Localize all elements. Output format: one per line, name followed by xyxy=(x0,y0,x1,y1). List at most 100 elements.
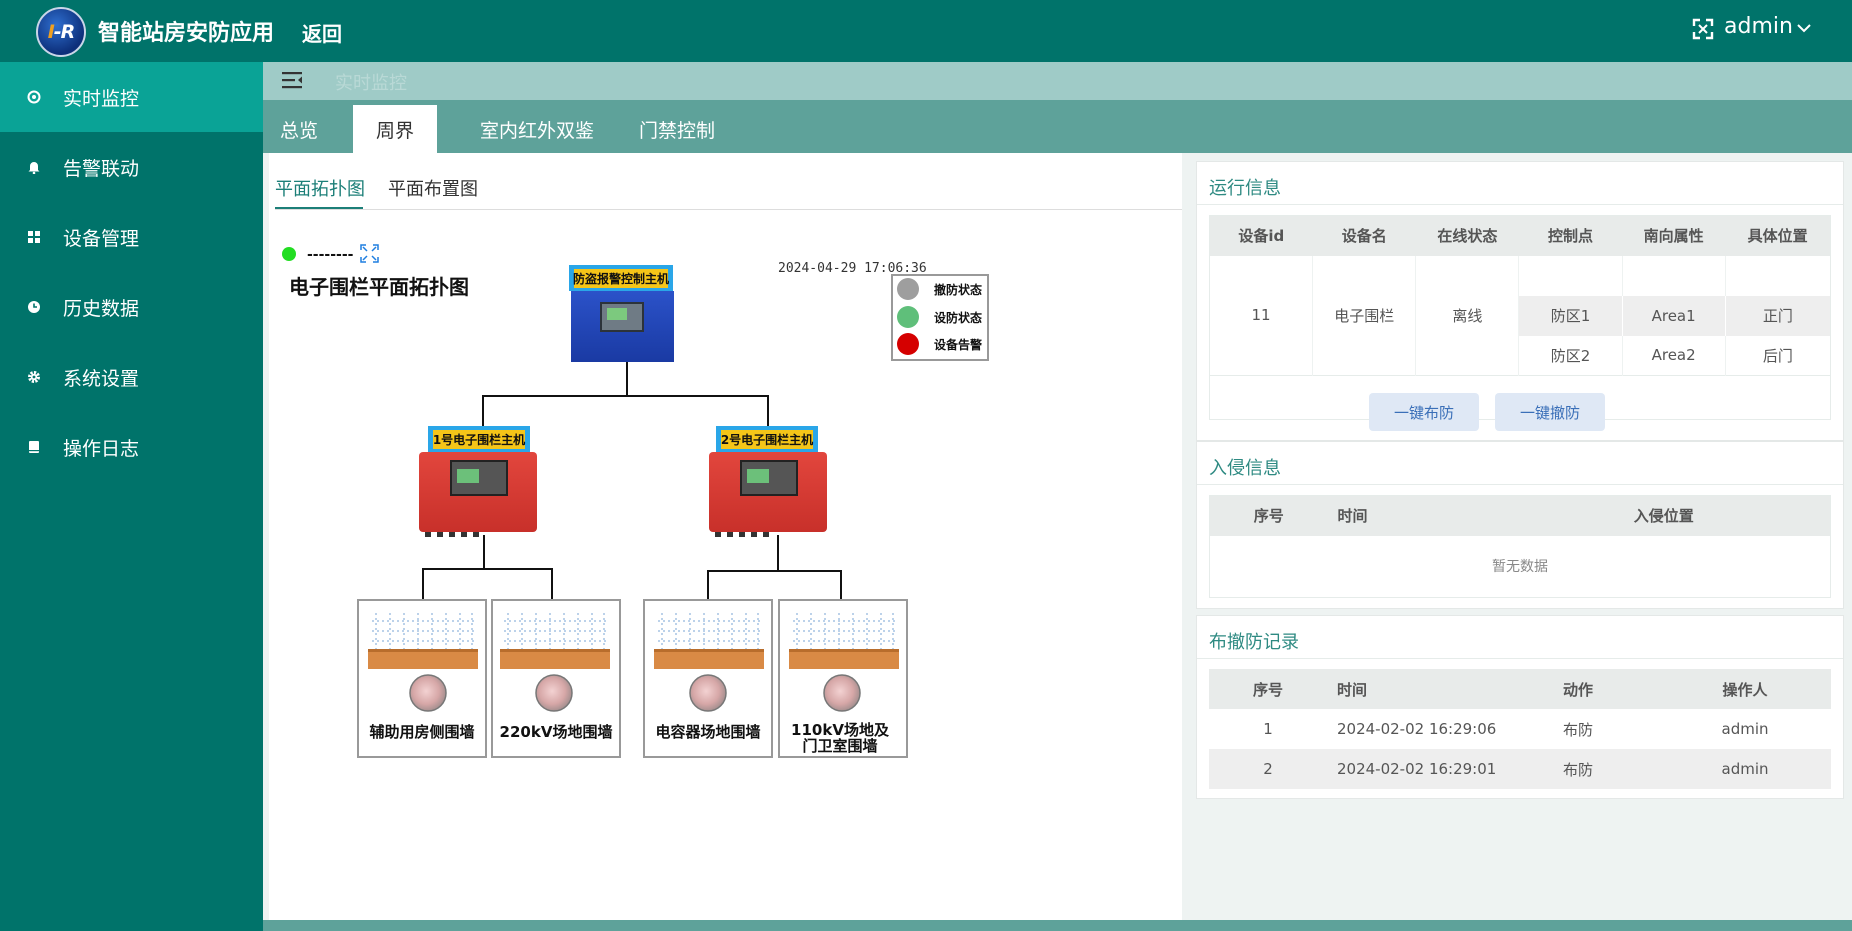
menu-toggle-icon[interactable] xyxy=(281,70,303,90)
legend-alarm-swatch xyxy=(897,333,919,355)
run-info-table: 设备id 设备名 在线状态 控制点 南向属性 具体位置 11 电子围栏 离线 防… xyxy=(1209,215,1831,420)
status-indicator xyxy=(282,247,296,261)
sidebar-item-label: 告警联动 xyxy=(63,157,140,180)
book-icon xyxy=(29,441,39,453)
chevron-down-icon[interactable] xyxy=(1796,22,1812,34)
sidebar-item-label: 设备管理 xyxy=(63,227,140,250)
legend-alarm: 设备告警 xyxy=(934,337,982,352)
expand-icon[interactable] xyxy=(360,244,379,263)
sidebar-item-device-management[interactable]: 设备管理 xyxy=(0,202,263,272)
th-operator: 操作人 xyxy=(1659,669,1831,709)
cell-operator: admin xyxy=(1721,760,1769,778)
th-south-attr: 南向属性 xyxy=(1622,215,1726,256)
controller-label: 防盗报警控制主机 xyxy=(573,271,669,286)
arm-records-card: 布撤防记录 序号 时间 动作 操作人 1 2024-02-02 16:29:06… xyxy=(1196,615,1844,799)
app-title: 智能站房安防应用 xyxy=(98,21,275,46)
tab-perimeter[interactable]: 周界 xyxy=(353,105,437,153)
arm-records-table: 序号 时间 动作 操作人 1 2024-02-02 16:29:06 布防 ad… xyxy=(1209,669,1831,789)
fence-host-2[interactable]: 2号电子围栏主机 xyxy=(709,426,827,537)
sidebar-item-alarm-linkage[interactable]: 告警联动 xyxy=(0,132,263,202)
th-time: 时间 xyxy=(1327,495,1498,536)
fullscreen-icon[interactable] xyxy=(1692,18,1714,40)
empty-state: 暂无数据 xyxy=(1492,559,1548,576)
alarm-controller-device[interactable]: 防盗报警控制主机 xyxy=(569,265,674,362)
diagram-timestamp: 2024-04-29 17:06:36 xyxy=(778,261,927,276)
cell-attr: Area1 xyxy=(1622,295,1726,336)
cell-location: 正门 xyxy=(1762,307,1793,325)
th-action: 动作 xyxy=(1497,669,1659,709)
th-control-point: 控制点 xyxy=(1518,215,1623,256)
user-menu[interactable]: admin xyxy=(1724,14,1793,39)
cell-no: 2 xyxy=(1263,760,1273,778)
cell-control: 防区1 xyxy=(1518,295,1623,336)
legend-armed-swatch xyxy=(897,306,919,328)
fence-host-1[interactable]: 1号电子围栏主机 xyxy=(419,426,537,537)
tab-overview[interactable]: 总览 xyxy=(267,105,331,153)
subtab-topology[interactable]: 平面拓扑图 xyxy=(275,175,365,201)
cell-no: 1 xyxy=(1263,720,1273,738)
grid-icon xyxy=(28,231,40,243)
table-row: 1 2024-02-02 16:29:06 布防 admin xyxy=(1209,709,1831,749)
arm-records-title: 布撤防记录 xyxy=(1209,632,1299,653)
zone-capacitor-wall[interactable]: 电容器场地围墙 xyxy=(643,599,773,758)
th-no: 序号 xyxy=(1209,669,1327,709)
th-device-id: 设备id xyxy=(1209,215,1313,256)
tab-infrared[interactable]: 室内红外双鉴 xyxy=(457,105,617,153)
sidebar-item-label: 历史数据 xyxy=(63,297,140,320)
host2-label: 2号电子围栏主机 xyxy=(721,432,813,447)
zone-110kv-gate-wall[interactable]: 110kV场地及 门卫室围墙 xyxy=(778,599,908,758)
cell-attr: Area2 xyxy=(1622,335,1726,376)
run-info-card: 运行信息 设备id 设备名 在线状态 控制点 南向属性 具体位置 11 电子围栏… xyxy=(1196,161,1844,441)
cell-action: 布防 xyxy=(1562,760,1593,779)
th-intrusion-location: 入侵位置 xyxy=(1497,495,1831,536)
zone-220kv-wall[interactable]: 220kV场地围墙 xyxy=(491,599,621,758)
status-text: -------- xyxy=(307,247,354,263)
logo-letter-r: -R xyxy=(53,21,76,43)
zone-aux-building-wall[interactable]: 辅助用房侧围墙 xyxy=(357,599,487,758)
tab-access-control[interactable]: 门禁控制 xyxy=(615,105,739,153)
cell-device-id: 11 xyxy=(1209,255,1314,376)
zone-label: 电容器场地围墙 xyxy=(655,723,760,741)
sidebar-item-history-data[interactable]: 历史数据 xyxy=(0,272,263,342)
cell-time: 2024-02-02 16:29:01 xyxy=(1337,760,1497,778)
sidebar-item-system-settings[interactable]: 系统设置 xyxy=(0,342,263,412)
legend-disarmed-swatch xyxy=(897,278,919,300)
breadcrumb-bar: 实时监控 xyxy=(263,62,1852,100)
cell-operator: admin xyxy=(1721,720,1769,738)
th-device-name: 设备名 xyxy=(1312,215,1416,256)
arm-all-button[interactable]: 一键布防 xyxy=(1369,393,1479,431)
sidebar-item-realtime-monitor[interactable]: 实时监控 xyxy=(0,62,263,132)
sidebar-item-operation-log[interactable]: 操作日志 xyxy=(0,412,263,482)
intrusion-title: 入侵信息 xyxy=(1209,458,1281,479)
zone-label: 220kV场地围墙 xyxy=(500,723,613,741)
disarm-all-button[interactable]: 一键撤防 xyxy=(1495,393,1605,431)
table-row: 2 2024-02-02 16:29:01 布防 admin xyxy=(1209,749,1831,789)
sidebar: 实时监控 告警联动 设备管理 历史数据 系统设置 操作日志 xyxy=(0,62,263,931)
subtab-layout[interactable]: 平面布置图 xyxy=(388,175,478,201)
cell-online-status: 离线 xyxy=(1415,255,1520,376)
subtab-active-underline xyxy=(275,207,363,209)
cell-control: 防区2 xyxy=(1518,335,1623,376)
zone-label: 辅助用房侧围墙 xyxy=(369,723,474,741)
bottom-strip xyxy=(263,920,1852,931)
th-no: 序号 xyxy=(1209,495,1328,536)
cell-device-name: 电子围栏 xyxy=(1312,255,1417,376)
th-time: 时间 xyxy=(1327,669,1497,709)
sidebar-item-label: 操作日志 xyxy=(63,437,140,460)
intrusion-table: 序号 时间 入侵位置 暂无数据 xyxy=(1209,495,1831,598)
legend-armed: 设防状态 xyxy=(934,310,982,325)
cell-location: 后门 xyxy=(1762,346,1793,365)
back-link[interactable]: 返回 xyxy=(302,18,342,47)
main-content: 平面拓扑图 平面布置图 -------- 电子围栏平面拓扑图 2024-04-2… xyxy=(263,153,1852,923)
legend-disarmed: 撤防状态 xyxy=(934,282,982,297)
sidebar-item-label: 系统设置 xyxy=(63,367,140,390)
sidebar-item-label: 实时监控 xyxy=(63,87,140,110)
host1-label: 1号电子围栏主机 xyxy=(433,432,525,447)
topology-diagram: -------- 电子围栏平面拓扑图 2024-04-29 17:06:36 撤… xyxy=(282,244,989,758)
card-divider xyxy=(1197,484,1843,485)
run-info-title: 运行信息 xyxy=(1209,178,1281,199)
cell-action: 布防 xyxy=(1562,720,1593,739)
bell-icon xyxy=(28,162,40,174)
monitor-icon xyxy=(27,90,41,104)
clock-icon xyxy=(28,301,40,313)
